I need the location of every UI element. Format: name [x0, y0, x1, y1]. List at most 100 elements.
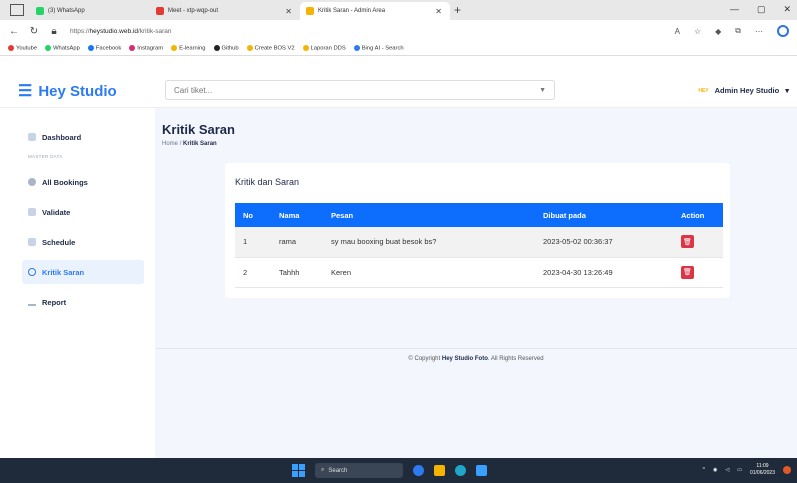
copyright-suffix: . All Rights Reserved [487, 356, 544, 362]
bookmark-instagram[interactable]: Instagram [129, 45, 163, 52]
admin-name: Admin Hey Studio [714, 86, 780, 95]
caret-down-icon: ▾ [785, 86, 789, 95]
bookmark-youtube[interactable]: Youtube [8, 45, 37, 52]
table-row: 1 rama sy mau booxing buat besok bs? 202… [235, 227, 723, 258]
back-icon[interactable]: ← [8, 26, 20, 37]
clock[interactable]: 11:09 01/06/2023 [750, 463, 775, 477]
cell-dibuat: 2023-05-02 00:36:37 [535, 227, 673, 258]
admin-menu[interactable]: HEY Admin Hey Studio ▾ [698, 86, 789, 95]
bookmark-github[interactable]: Github [213, 45, 239, 52]
table-row: 2 Tahhh Keren 2023-04-30 13:26:49 🗑︎ [235, 257, 723, 288]
cell-pesan: Keren [323, 257, 535, 288]
column-header-action: Action [681, 210, 705, 220]
trash-icon: 🗑︎ [683, 269, 692, 276]
brand[interactable]: ☰ Hey Studio [18, 81, 117, 101]
sidebar-item-schedule[interactable]: Schedule [22, 230, 144, 254]
youtube-icon [8, 45, 14, 52]
cell-dibuat: 2023-04-30 13:26:49 [535, 257, 673, 288]
ticket-search[interactable]: ▼ [165, 80, 555, 100]
more-icon[interactable]: ⋯ [755, 27, 763, 36]
delete-button[interactable]: 🗑︎ [681, 235, 694, 249]
sidebar-item-label: Schedule [42, 237, 76, 247]
windows-start-icon[interactable] [292, 464, 305, 477]
extension-icon[interactable]: ◆ [715, 27, 721, 36]
sidebar-item-label: All Bookings [42, 177, 88, 187]
chevron-up-icon[interactable]: ^ [703, 467, 705, 473]
sidebar-item-label: Validate [42, 207, 71, 217]
bookmark-bing-ai[interactable]: Bing AI - Search [353, 45, 404, 52]
browser-tab-bar: (3) WhatsApp Meet - xtp-wqp-out ✕ Kritik… [0, 0, 797, 20]
breadcrumb-separator: / [179, 141, 182, 147]
bookmark-laporan-dds[interactable]: Laporan DDS [302, 45, 346, 52]
sidebar-item-all-bookings[interactable]: All Bookings [22, 170, 144, 194]
breadcrumb-home[interactable]: Home [162, 141, 178, 147]
battery-icon[interactable]: ▭ [737, 467, 742, 473]
network-icon[interactable]: ◉ [713, 467, 717, 473]
bookmark-star-icon [302, 45, 309, 52]
github-icon [213, 45, 220, 52]
bookmark-create-bos[interactable]: Create BOS V2 [246, 45, 295, 52]
breadcrumb-current: Kritik Saran [183, 141, 217, 147]
bookmark-elearning[interactable]: E-learning [171, 45, 206, 52]
app-icon[interactable] [413, 465, 424, 476]
collections-icon[interactable]: ⧉ [735, 26, 741, 36]
close-window-icon[interactable]: ✕ [783, 4, 791, 15]
close-tab-icon[interactable]: ✕ [285, 7, 292, 16]
sidebar-item-dashboard[interactable]: Dashboard [22, 125, 144, 149]
window-menu-icon[interactable] [10, 4, 24, 16]
tab-label: Meet - xtp-wqp-out [168, 8, 219, 14]
column-header-pesan: Pesan [331, 210, 354, 220]
sidebar-item-validate[interactable]: Validate [22, 200, 144, 224]
breadcrumb: Home / Kritik Saran [162, 141, 217, 147]
volume-icon[interactable]: ◁ [725, 467, 729, 473]
read-aloud-icon[interactable]: A [675, 27, 680, 36]
cell-no: 2 [235, 257, 271, 288]
footer-divider [155, 348, 797, 349]
taskbar-search[interactable]: ⌕ Search [315, 463, 403, 478]
taskbar-search-label: Search [328, 467, 348, 474]
minimize-icon[interactable]: — [730, 4, 739, 15]
bookmark-label: Instagram [137, 45, 164, 52]
close-tab-icon[interactable]: ✕ [435, 7, 442, 16]
chevron-down-icon[interactable]: ▼ [539, 87, 546, 94]
delete-button[interactable]: 🗑︎ [681, 265, 694, 279]
url-field[interactable]: https://heystudio.web.id/kritik-saran [70, 28, 172, 35]
whatsapp-icon [36, 7, 44, 15]
new-tab-button[interactable]: + [454, 3, 461, 17]
sidebar: Dashboard MASTER DATA All Bookings Valid… [0, 108, 155, 458]
browser-tab-whatsapp[interactable]: (3) WhatsApp [30, 2, 150, 20]
bookmark-label: Facebook [95, 45, 122, 52]
calendar-icon [28, 238, 36, 246]
browser-tab-kritik-saran[interactable]: Kritik Saran - Admin Area ✕ [300, 2, 450, 20]
app-header: ☰ Hey Studio ▼ HEY Admin Hey Studio ▾ [0, 72, 797, 108]
edge-icon[interactable] [455, 465, 466, 476]
favorite-star-icon[interactable]: ☆ [694, 27, 701, 36]
bookmark-facebook[interactable]: Facebook [87, 45, 122, 52]
column-header-dibuat: Dibuat pada [543, 210, 586, 220]
browser-tab-meet[interactable]: Meet - xtp-wqp-out ✕ [150, 2, 300, 20]
store-icon[interactable] [476, 465, 487, 476]
bing-icon[interactable] [777, 25, 789, 37]
search-input[interactable] [174, 85, 534, 95]
cell-action: 🗑︎ [673, 227, 723, 258]
cell-nama: Tahhh [271, 257, 323, 288]
sidebar-item-kritik-saran[interactable]: Kritik Saran [22, 260, 144, 284]
taskbar: ⌕ Search ^ ◉ ◁ ▭ 11:09 01/06/2023 [0, 458, 797, 483]
card-title: Kritik dan Saran [235, 177, 300, 187]
browser-toolbar: A ☆ ◆ ⧉ ⋯ [675, 25, 789, 37]
column-header-nama: Nama [279, 210, 300, 220]
taskbar-apps: ⌕ Search [292, 463, 487, 478]
search-icon [353, 45, 360, 52]
bookmark-label: E-learning [179, 45, 206, 52]
clock-date: 01/06/2023 [749, 470, 775, 476]
table-header-row: No Nama Pesan Dibuat pada Action [235, 203, 723, 227]
maximize-icon[interactable]: ▢ [757, 4, 766, 15]
refresh-icon[interactable]: ↻ [28, 26, 40, 37]
notification-icon[interactable] [783, 466, 791, 474]
bookmark-whatsapp[interactable]: WhatsApp [45, 45, 80, 52]
file-explorer-icon[interactable] [434, 465, 445, 476]
hamburger-menu-icon[interactable]: ☰ [18, 81, 32, 101]
sidebar-item-report[interactable]: Report [22, 290, 144, 314]
feedback-table: No Nama Pesan Dibuat pada Action 1 rama … [235, 203, 723, 288]
whatsapp-icon [45, 45, 52, 52]
